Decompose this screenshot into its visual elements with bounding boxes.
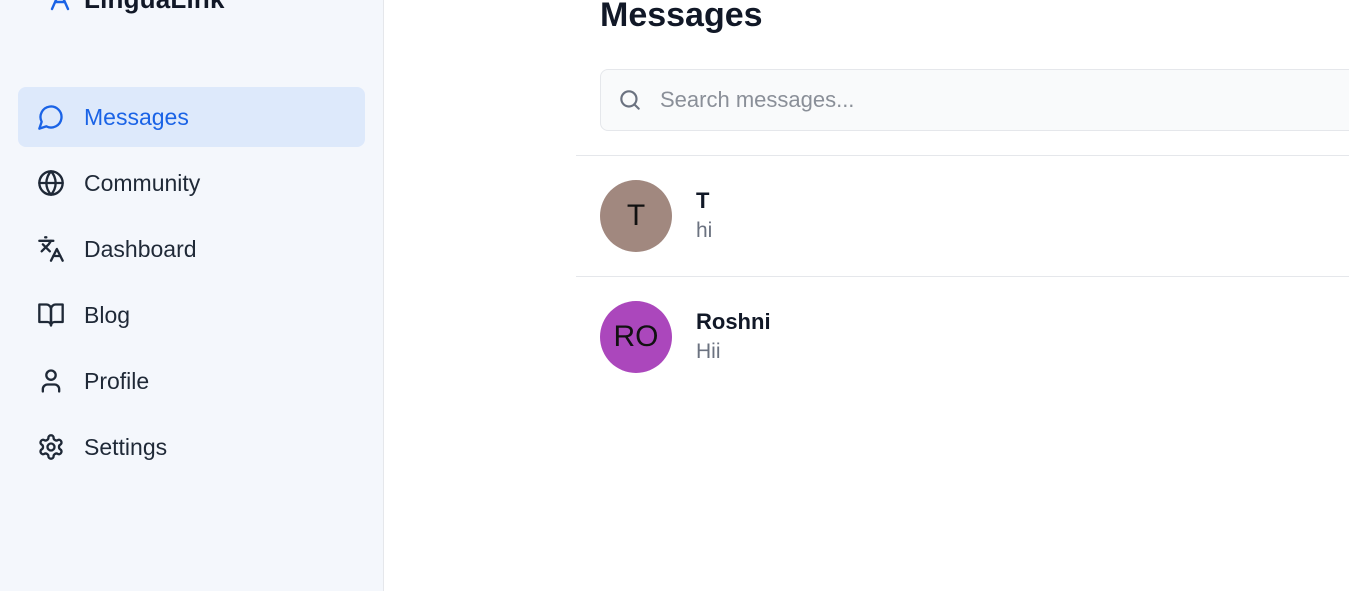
globe-icon [36,168,66,198]
sidebar-item-profile[interactable]: Profile [18,351,365,411]
app-name: LinguaLink [84,0,225,15]
sidebar-item-label: Blog [84,301,131,328]
sidebar-item-blog[interactable]: Blog [18,285,365,345]
avatar: T [600,180,672,252]
translate-icon [36,234,66,264]
sidebar-item-community[interactable]: Community [18,153,365,213]
book-open-icon [36,300,66,330]
sidebar-item-dashboard[interactable]: Dashboard [18,219,365,279]
page-title: Messages [600,0,763,34]
search-icon [617,87,643,113]
sidebar-item-label: Settings [84,433,168,460]
conversation-name: T [696,188,710,213]
gear-icon [36,432,66,462]
logo-icon [48,0,72,11]
conversation-text: Roshni Hii [696,307,771,367]
conversation-preview: hi [696,219,713,242]
sidebar-item-settings[interactable]: Settings [18,417,365,477]
brand[interactable]: LinguaLink [48,0,225,14]
sidebar-item-messages[interactable]: Messages [18,87,365,147]
avatar: RO [600,301,672,373]
messages-panel: Messages T T hi RO Roshni Hii [384,0,1349,591]
sidebar: LinguaLink Messages Community [0,0,384,591]
conversation-text: T hi [696,186,712,246]
divider [576,155,1349,156]
conversation-preview: Hii [696,340,721,363]
sidebar-item-label: Messages [84,103,189,130]
sidebar-item-label: Community [84,169,201,196]
search-bar[interactable] [600,69,1349,131]
conversation-item-roshni[interactable]: RO Roshni Hii [600,301,1349,373]
sidebar-nav: Messages Community Dashboard Blog Profil… [18,87,365,483]
conversation-item-t[interactable]: T T hi [600,180,1349,252]
search-input[interactable] [660,87,1310,113]
user-icon [36,366,66,396]
conversation-name: Roshni [696,309,771,334]
divider [576,276,1349,277]
sidebar-item-label: Dashboard [84,235,197,262]
sidebar-item-label: Profile [84,367,150,394]
message-circle-icon [36,102,66,132]
